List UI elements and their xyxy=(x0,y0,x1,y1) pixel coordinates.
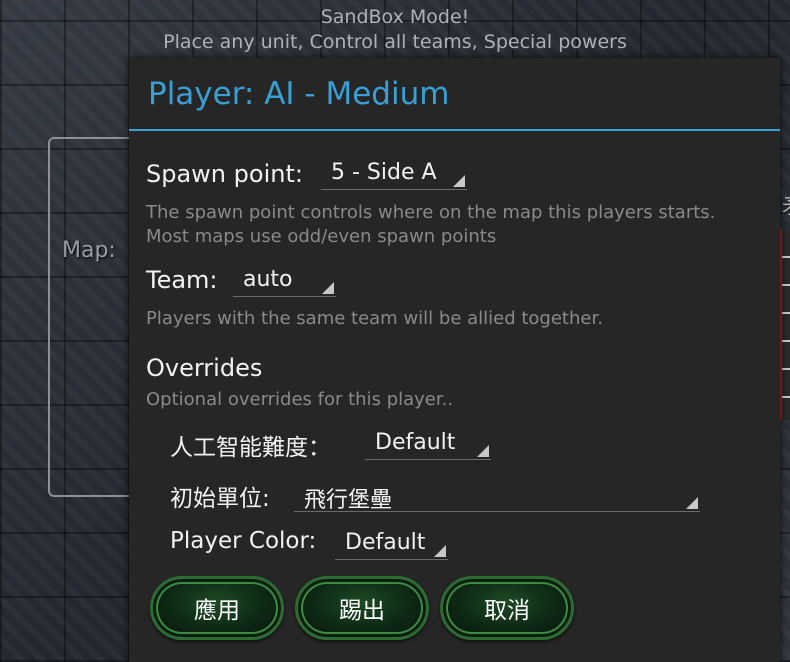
spawn-point-label: Spawn point: xyxy=(146,160,303,188)
dropdown-arrow-icon xyxy=(453,175,465,187)
player-color-value: Default xyxy=(345,530,426,555)
cancel-button[interactable]: 取消 xyxy=(440,576,574,640)
start-unit-label: 初始單位: xyxy=(170,486,270,512)
team-hint: Players with the same team will be allie… xyxy=(146,308,603,329)
team-value: auto xyxy=(243,267,293,292)
team-dropdown[interactable]: auto xyxy=(233,267,336,297)
start-unit-dropdown[interactable]: 飛行堡壘 xyxy=(294,482,700,513)
spawn-point-hint-2: Most maps use odd/even spawn points xyxy=(146,226,497,247)
background-player-list-strip xyxy=(780,230,790,420)
dropdown-arrow-icon xyxy=(686,497,698,509)
spawn-point-value: 5 - Side A xyxy=(331,160,437,185)
team-label: Team: xyxy=(146,266,218,294)
dropdown-arrow-icon xyxy=(322,282,334,294)
map-label: Map: xyxy=(62,238,116,263)
player-color-dropdown[interactable]: Default xyxy=(335,530,448,560)
start-unit-value: 飛行堡壘 xyxy=(304,488,393,513)
ai-difficulty-label: 人工智能難度： xyxy=(170,435,331,461)
kick-button[interactable]: 踢出 xyxy=(295,576,429,640)
spawn-point-hint-1: The spawn point controls where on the ma… xyxy=(146,202,716,223)
ai-difficulty-dropdown[interactable]: Default xyxy=(365,430,491,460)
mode-title: SandBox Mode! xyxy=(320,6,470,28)
ai-difficulty-value: Default xyxy=(375,430,456,455)
overrides-heading: Overrides xyxy=(146,354,263,382)
player-color-label: Player Color: xyxy=(170,528,317,554)
dialog-title: Player: AI - Medium xyxy=(148,76,450,112)
dropdown-arrow-icon xyxy=(434,545,446,557)
player-settings-dialog: Player: AI - Medium Spawn point: 5 - Sid… xyxy=(129,58,780,662)
apply-button[interactable]: 應用 xyxy=(150,576,284,640)
dropdown-arrow-icon xyxy=(477,445,489,457)
right-edge-text: 矛 xyxy=(782,190,790,219)
title-divider xyxy=(129,129,780,131)
mode-subtitle: Place any unit, Control all teams, Speci… xyxy=(163,31,627,53)
spawn-point-dropdown[interactable]: 5 - Side A xyxy=(321,160,467,190)
overrides-hint: Optional overrides for this player.. xyxy=(146,389,454,410)
